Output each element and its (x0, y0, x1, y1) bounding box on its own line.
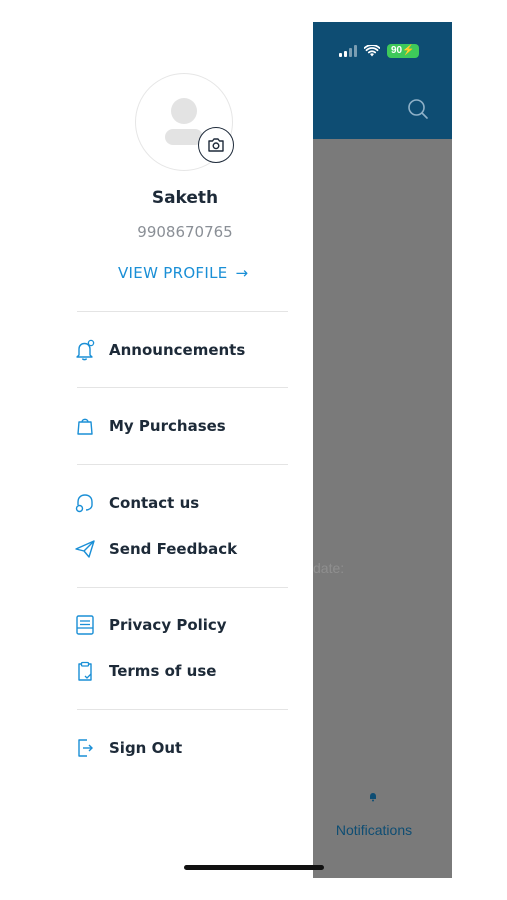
camera-icon (208, 138, 224, 152)
menu-item-send-feedback[interactable]: Send Feedback (74, 537, 237, 561)
menu-item-announcements[interactable]: Announcements (74, 338, 245, 362)
sign-out-icon (74, 737, 96, 759)
search-icon[interactable] (407, 98, 429, 120)
menu-item-label: Privacy Policy (109, 616, 227, 634)
profile-phone: 9908670765 (137, 223, 233, 241)
menu-item-privacy-policy[interactable]: Privacy Policy (74, 613, 227, 637)
bell-icon (74, 339, 96, 361)
cellular-signal-icon (339, 45, 357, 57)
menu-item-label: Terms of use (109, 662, 217, 680)
shopping-bag-icon (74, 415, 96, 437)
paper-plane-icon (74, 538, 96, 560)
menu-item-label: My Purchases (109, 417, 226, 435)
divider (77, 387, 288, 388)
home-indicator[interactable] (184, 865, 324, 870)
menu-item-contact-us[interactable]: Contact us (74, 491, 199, 515)
divider (77, 587, 288, 588)
profile-name: Saketh (151, 188, 219, 208)
battery-indicator: 90⚡ (387, 44, 419, 58)
menu-item-label: Send Feedback (109, 540, 238, 558)
screen: 90⚡ date: Notifications Saketh 990867076… (0, 0, 507, 900)
menu-item-label: Contact us (109, 494, 200, 512)
menu-item-sign-out[interactable]: Sign Out (74, 736, 182, 760)
view-profile-label: VIEW PROFILE (118, 264, 228, 282)
divider (77, 311, 288, 312)
arrow-right-icon: → (235, 264, 249, 282)
document-icon (74, 614, 96, 636)
status-bar: 90⚡ (339, 44, 419, 58)
menu-item-my-purchases[interactable]: My Purchases (74, 414, 226, 438)
divider (77, 709, 288, 710)
clipboard-check-icon (74, 660, 96, 682)
view-profile-link[interactable]: VIEW PROFILE → (118, 264, 248, 282)
background-app-overlay[interactable]: 90⚡ date: Notifications (313, 22, 452, 878)
notification-bell-icon (370, 793, 376, 802)
background-app-header: 90⚡ (313, 22, 452, 139)
change-photo-button[interactable] (198, 127, 234, 163)
menu-item-label: Sign Out (109, 739, 183, 757)
tab-notifications[interactable]: Notifications (313, 822, 435, 838)
background-faded-text: date: (313, 560, 345, 576)
wifi-icon (364, 45, 380, 57)
divider (77, 464, 288, 465)
menu-item-terms-of-use[interactable]: Terms of use (74, 659, 216, 683)
headset-icon (74, 492, 96, 514)
side-drawer: Saketh 9908670765 VIEW PROFILE → Announc… (0, 0, 313, 900)
menu-item-label: Announcements (109, 341, 246, 359)
